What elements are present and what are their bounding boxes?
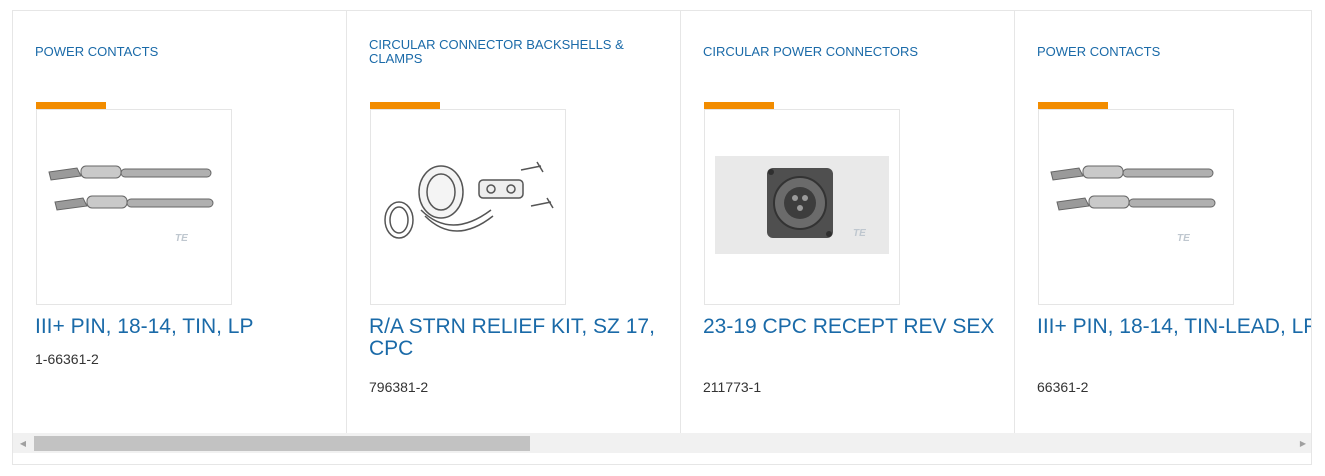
product-card[interactable]: CIRCULAR POWER CONNECTORS TE 23-19 CPC R… <box>681 11 1015 433</box>
accent-stripe <box>1038 102 1108 109</box>
product-image[interactable] <box>370 109 566 305</box>
product-title-link[interactable]: III+ PIN, 18-14, TIN, LP <box>35 316 335 338</box>
part-number: 66361-2 <box>1037 379 1089 395</box>
product-title-link[interactable]: 23-19 CPC RECEPT REV SEX <box>703 316 1003 338</box>
scrollbar-thumb[interactable] <box>34 436 530 451</box>
accent-stripe <box>370 102 440 109</box>
accent-stripe <box>704 102 774 109</box>
product-card[interactable]: POWER CONTACTS TE III+ PIN, 18-14, TIN-L… <box>1015 11 1311 433</box>
scroll-left-icon[interactable]: ◀ <box>15 433 31 453</box>
part-number: 796381-2 <box>369 379 429 395</box>
product-image[interactable]: TE <box>36 109 232 305</box>
product-title-link[interactable]: III+ PIN, 18-14, TIN-LEAD, LP <box>1037 316 1311 338</box>
product-title-link[interactable]: R/A STRN RELIEF KIT, SZ 17, CPC <box>369 316 669 360</box>
strain-relief-kit-image <box>384 161 554 239</box>
carousel-viewport: POWER CONTACTS TE III+ PIN, 18-14, TIN, … <box>13 11 1311 433</box>
product-carousel: POWER CONTACTS TE III+ PIN, 18-14, TIN, … <box>12 10 1312 465</box>
te-watermark: TE <box>1177 233 1190 244</box>
circular-connector-image <box>715 156 889 254</box>
scroll-right-icon[interactable]: ▶ <box>1295 433 1311 453</box>
power-contact-pins-image <box>1050 165 1216 211</box>
category-link[interactable]: POWER CONTACTS <box>1037 37 1311 67</box>
horizontal-scrollbar[interactable]: ◀ ▶ <box>13 433 1311 453</box>
part-number: 211773-1 <box>703 379 762 395</box>
category-link[interactable]: POWER CONTACTS <box>35 37 325 67</box>
power-contact-pins-image <box>48 165 214 211</box>
accent-stripe <box>36 102 106 109</box>
te-watermark: TE <box>853 228 866 239</box>
product-image[interactable]: TE <box>704 109 900 305</box>
product-card[interactable]: POWER CONTACTS TE III+ PIN, 18-14, TIN, … <box>13 11 347 433</box>
product-card[interactable]: CIRCULAR CONNECTOR BACKSHELLS & CLAMPS R… <box>347 11 681 433</box>
category-link[interactable]: CIRCULAR POWER CONNECTORS <box>703 37 993 67</box>
product-image[interactable]: TE <box>1038 109 1234 305</box>
category-link[interactable]: CIRCULAR CONNECTOR BACKSHELLS & CLAMPS <box>369 37 659 67</box>
te-watermark: TE <box>175 233 188 244</box>
part-number: 1-66361-2 <box>35 351 99 367</box>
